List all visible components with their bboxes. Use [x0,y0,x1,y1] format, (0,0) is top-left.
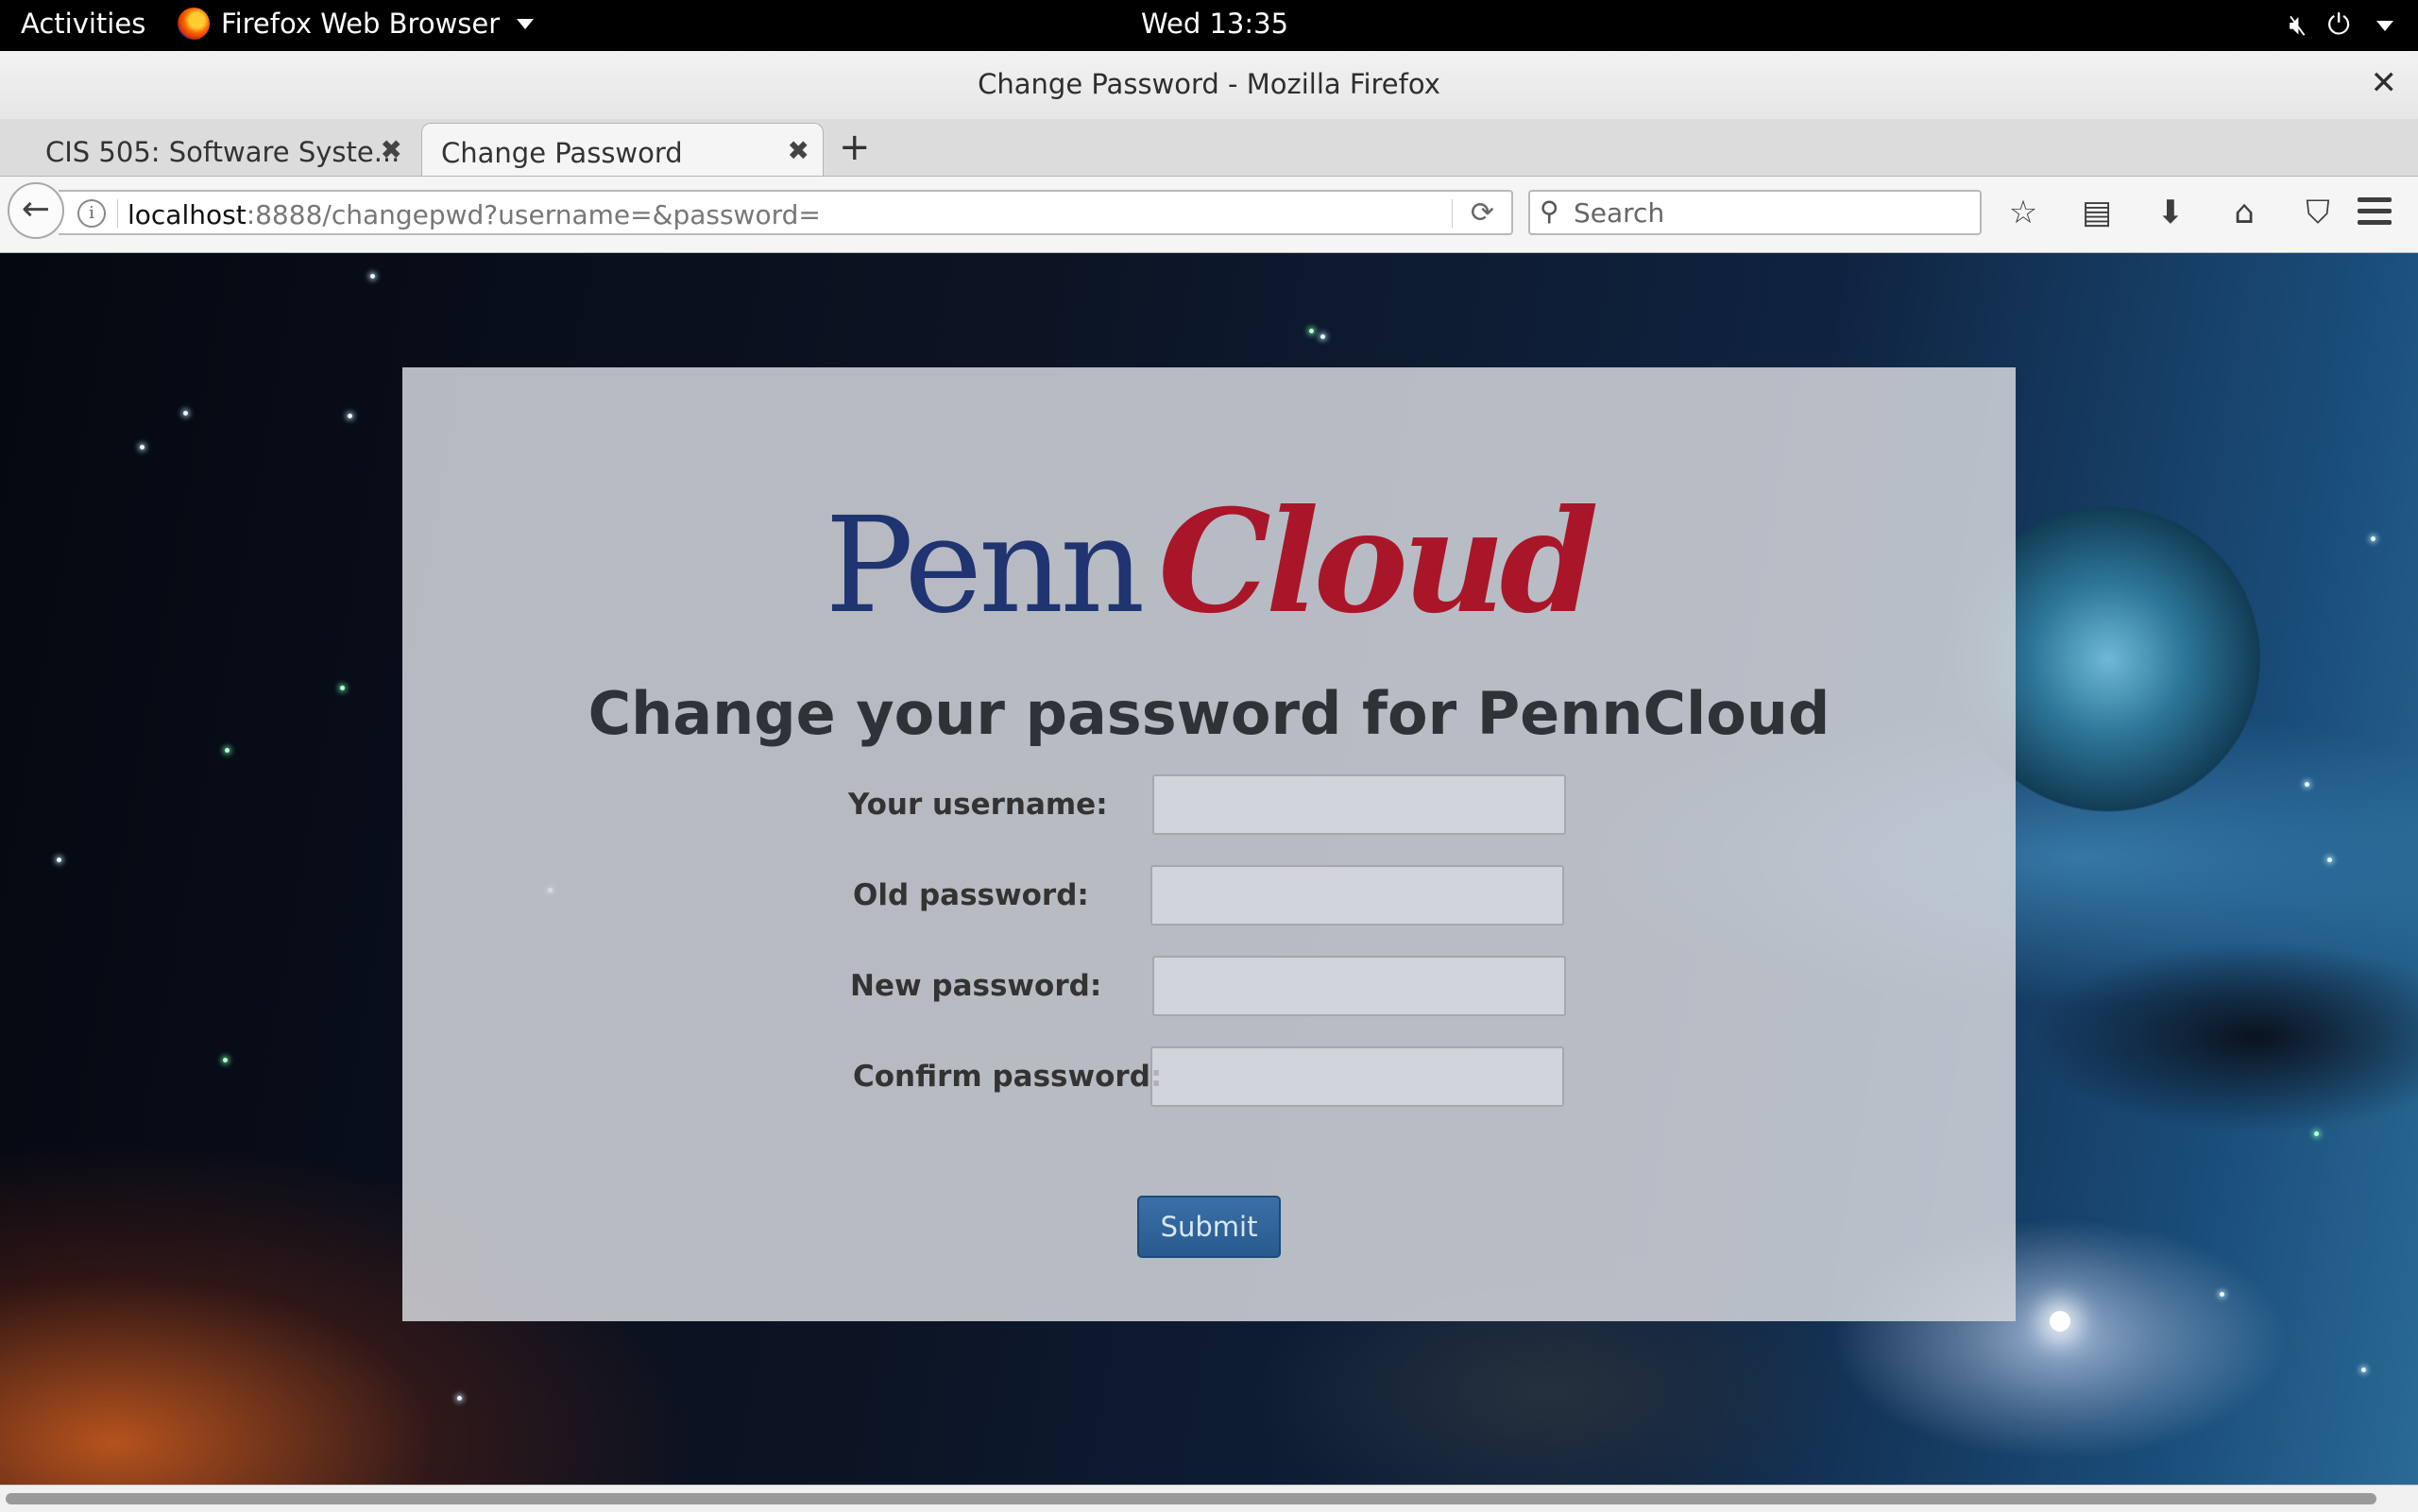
url-text[interactable]: localhost:8888/changepwd?username=&passw… [128,199,821,230]
scrollbar-thumb[interactable] [6,1493,2376,1504]
confirm-password-field[interactable] [1150,1046,1564,1107]
old-password-row: Old password: [402,865,2016,926]
window-titlebar: Change Password - Mozilla Firefox ✕ [0,51,2418,120]
penncloud-logo: Penn Cloud [402,479,2016,645]
clock[interactable]: Wed 13:35 [1141,8,1288,40]
page-viewport: Penn Cloud Change your password for PennC… [0,253,2418,1485]
system-menu[interactable]: 🔇︎ ⏻ [2289,8,2393,43]
search-placeholder: Search [1574,197,1665,229]
arrow-left-icon: ← [21,190,51,229]
menu-icon[interactable] [2358,197,2392,231]
tab-label: Change Password [441,137,683,169]
url-bar[interactable]: i localhost:8888/changepwd?username=&pas… [59,190,1513,235]
new-tab-plus-icon[interactable]: + [839,127,871,168]
old-password-field[interactable] [1150,865,1564,926]
bookmark-star-icon[interactable]: ☆ [2002,194,2044,231]
activities-button[interactable]: Activities [21,8,145,40]
pocket-icon[interactable]: ⛉ [2297,194,2339,231]
url-path: :8888/changepwd?username=&password= [246,199,821,230]
username-field[interactable] [1152,774,1566,835]
tab-change-password[interactable]: Change Password ✖ [421,123,824,176]
close-tab-icon[interactable]: ✖ [788,135,809,166]
gnome-top-bar: Activities Firefox Web Browser Wed 13:35… [0,0,2418,51]
app-menu[interactable]: Firefox Web Browser [178,8,535,40]
window-title: Change Password - Mozilla Firefox [978,68,1440,100]
site-info-icon[interactable]: i [77,199,106,228]
submit-button[interactable]: Submit [1137,1196,1281,1258]
reading-list-icon[interactable]: ▤ [2076,194,2118,231]
horizontal-scrollbar[interactable] [0,1485,2418,1512]
username-row: Your username: [402,774,2016,835]
search-icon: ⚲ [1540,195,1559,227]
new-password-row: New password: [402,956,2016,1016]
divider [1452,199,1453,228]
search-input[interactable]: ⚲ Search [1528,190,1982,235]
new-password-label: New password: [850,969,1102,1003]
tab-label: CIS 505: Software Syste... [45,136,400,168]
volume-muted-icon: 🔇︎ [2289,8,2307,42]
close-tab-icon[interactable]: ✖ [381,134,402,165]
firefox-logo-icon [178,8,210,40]
new-password-field[interactable] [1152,956,1566,1016]
navigation-toolbar: i localhost:8888/changepwd?username=&pas… [0,177,2418,253]
asteroid-field [2012,933,2418,1141]
confirm-password-label: Confirm password: [853,1060,1163,1094]
logo-penn: Penn [825,489,1145,643]
back-button[interactable]: ← [8,182,64,239]
download-icon[interactable]: ⬇ [2150,194,2191,231]
bright-star [2050,1311,2070,1332]
username-label: Your username: [848,788,1108,822]
toolbar-icons: ☆ ▤ ⬇ ⌂ ⛉ [2002,194,2339,231]
app-menu-label: Firefox Web Browser [221,8,501,40]
change-password-panel: Penn Cloud Change your password for PennC… [402,367,2016,1321]
window-close-icon[interactable]: ✕ [2371,64,2398,102]
chevron-down-icon [2376,20,2393,31]
reload-icon[interactable]: ⟳ [1471,196,1494,229]
page-title: Change your password for PennCloud [587,679,1831,748]
tab-strip: CIS 505: Software Syste... ✖ Change Pass… [0,119,2418,177]
logo-cloud: Cloud [1158,479,1598,645]
chevron-down-icon [517,18,535,29]
url-host: localhost [128,199,247,230]
old-password-label: Old password: [853,878,1089,912]
tab-cis505[interactable]: CIS 505: Software Syste... ✖ [0,123,416,176]
home-icon[interactable]: ⌂ [2223,194,2265,231]
power-icon: ⏻ [2327,8,2350,42]
divider [117,199,118,228]
confirm-password-row: Confirm password: [402,1046,2016,1107]
